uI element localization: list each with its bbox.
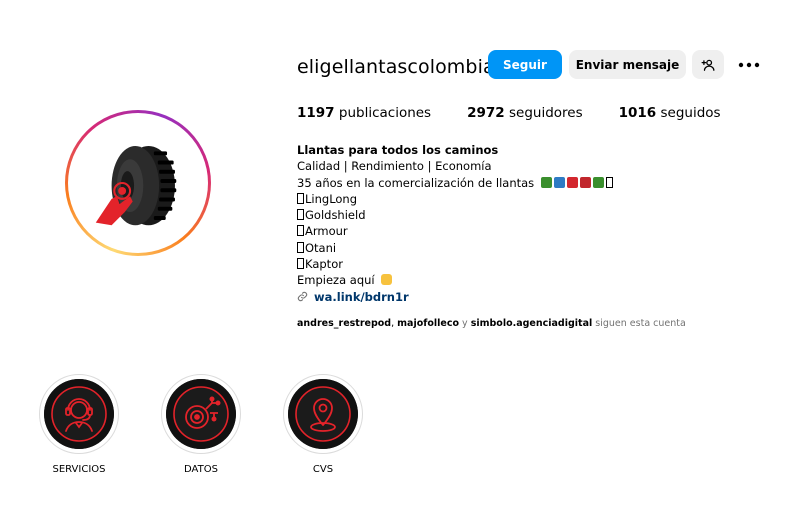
tractor-emoji-icon <box>592 176 604 188</box>
bio-link-text: wa.link/bdrn1r <box>314 289 409 304</box>
brand-armour-label: Armour <box>305 224 348 239</box>
highlight-servicios[interactable]: SERVICIOS <box>39 374 119 475</box>
highlight-cvs-label: CVS <box>312 464 334 475</box>
brand-linglong-label: LingLong <box>305 191 358 206</box>
pointing-down-emoji-icon <box>381 274 393 286</box>
bio-cta-text: Empieza aquí <box>297 273 375 288</box>
missing-glyph-icon <box>297 241 304 253</box>
highlight-cvs[interactable]: CVS <box>283 374 363 475</box>
followers-label: seguidores <box>508 105 583 121</box>
ellipsis-icon <box>738 62 760 67</box>
truck-emoji-icon <box>540 176 552 188</box>
missing-glyph-icon <box>297 258 304 270</box>
profile-stats: 1197 publicaciones 2972 seguidores 1016 … <box>297 105 757 121</box>
followers-stat[interactable]: 2972 seguidores <box>467 105 583 121</box>
profile-bio: Llantas para todos los caminos Calidad |… <box>297 142 697 305</box>
highlight-datos[interactable]: DATOS <box>161 374 241 475</box>
profile-page: eligellantascolombia Seguir Enviar mensa… <box>0 0 798 522</box>
brand-otani: Otani <box>297 240 697 256</box>
brand-goldshield-label: Goldshield <box>305 208 366 223</box>
follow-button[interactable]: Seguir <box>488 50 562 79</box>
profile-avatar[interactable] <box>65 110 211 256</box>
posts-label: publicaciones <box>338 105 432 121</box>
followed-by-text[interactable]: andres_restrepod, majofolleco y simbolo.… <box>297 318 686 329</box>
following-count: 1016 <box>618 105 657 121</box>
bio-line-2: 35 años en la comercialización de llanta… <box>297 175 697 191</box>
bio-link[interactable]: wa.link/bdrn1r <box>297 289 697 305</box>
brand-goldshield: Goldshield <box>297 207 697 223</box>
following-stat[interactable]: 1016 seguidos <box>619 105 721 121</box>
send-message-button[interactable]: Enviar mensaje <box>569 50 686 79</box>
posts-stat: 1197 publicaciones <box>297 105 431 121</box>
bio-cta: Empieza aquí <box>297 272 697 288</box>
highlight-datos-label: DATOS <box>184 464 218 475</box>
missing-glyph-icon <box>605 176 613 188</box>
bio-line-1: Calidad | Rendimiento | Economía <box>297 159 492 174</box>
headset-agent-icon <box>44 379 114 449</box>
link-icon <box>297 292 308 302</box>
bio-line-2-text: 35 años en la comercialización de llanta… <box>297 175 535 190</box>
tire-logo-image <box>72 117 204 249</box>
followers-count: 2972 <box>467 105 505 121</box>
follower-user-2: majofolleco <box>397 318 460 329</box>
person-add-icon <box>701 59 715 71</box>
follower-user-3: simbolo.agenciadigital <box>470 318 593 329</box>
highlight-servicios-label: SERVICIOS <box>52 464 106 475</box>
following-label: seguidos <box>660 105 721 121</box>
missing-glyph-icon <box>297 209 304 221</box>
brand-otani-label: Otani <box>305 240 337 255</box>
brand-armour: Armour <box>297 223 697 239</box>
profile-username: eligellantascolombia <box>297 56 495 78</box>
missing-glyph-icon <box>297 192 304 204</box>
follower-user-1: andres_restrepod <box>297 318 392 329</box>
atv-emoji-icon <box>579 176 591 188</box>
more-options-button[interactable] <box>734 50 764 79</box>
tire-data-icon <box>166 379 236 449</box>
followed-by-and: y <box>459 318 471 329</box>
brand-linglong: LingLong <box>297 191 697 207</box>
missing-glyph-icon <box>297 225 304 237</box>
location-pin-icon <box>288 379 358 449</box>
brand-kaptor: Kaptor <box>297 256 697 272</box>
bio-name: Llantas para todos los caminos <box>297 143 499 157</box>
posts-count: 1197 <box>297 105 335 121</box>
bus-emoji-icon <box>553 176 565 188</box>
car-emoji-icon <box>566 176 578 188</box>
suggest-users-button[interactable] <box>692 50 724 79</box>
followed-by-suffix: siguen esta cuenta <box>592 318 686 329</box>
brand-kaptor-label: Kaptor <box>305 257 343 272</box>
